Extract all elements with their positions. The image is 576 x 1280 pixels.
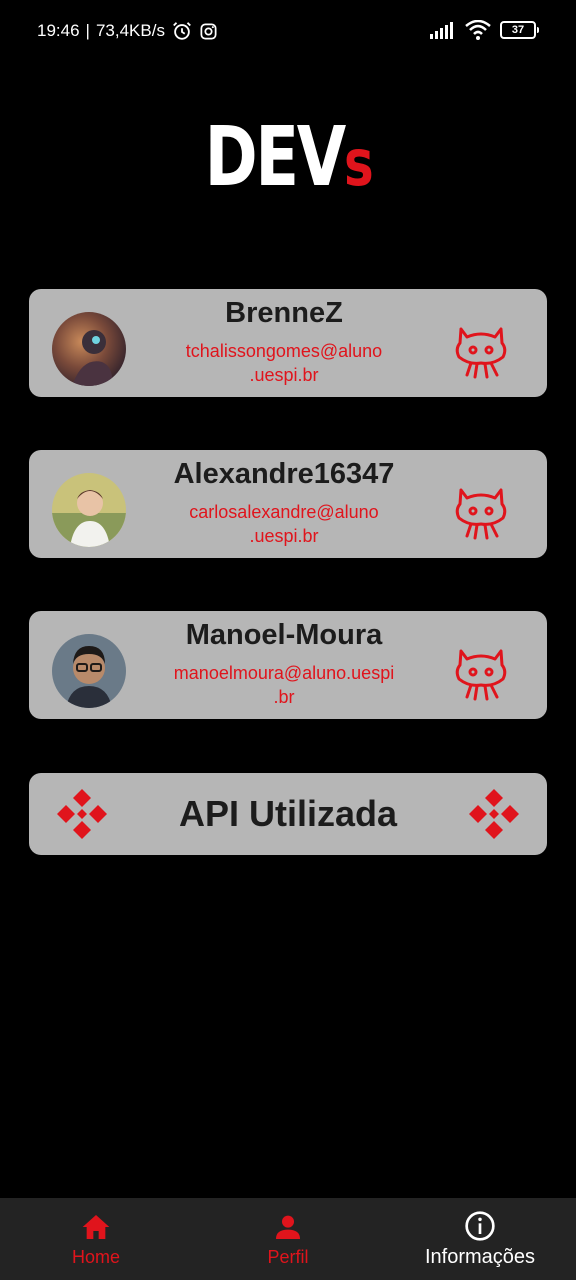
instagram-icon [200,23,217,39]
battery-icon: 37 [500,21,539,39]
avatar [52,312,126,386]
status-bar: 19:46 | 73,4KB/s 37 [0,0,576,64]
nav-label-home: Home [71,1246,120,1267]
dev-name: BrenneZ [225,297,343,329]
info-icon [465,1210,495,1241]
dev-email: carlosalexandre@aluno .uespi.br [149,500,419,548]
dev-email: manoelmoura@aluno.uespi .br [149,661,419,709]
nav-label-informacoes: Informações [424,1245,536,1268]
app-title-accent: s [343,127,374,201]
alarm-icon [173,22,191,40]
dev-email-line1: carlosalexandre@aluno [189,502,379,522]
home-icon [82,1214,110,1239]
signal-icon [430,22,453,39]
nav-item-informacoes[interactable]: Informações [384,1198,576,1280]
dev-email-line1: tchalissongomes@aluno [185,341,383,361]
app-title-main: DEV [204,110,347,205]
dev-email-line1: manoelmoura@aluno.uespi [173,663,395,683]
dev-card-manoel-moura[interactable]: Manoel-Moura manoelmoura@aluno.uespi .br [29,611,547,719]
api-diamond-icon [469,789,519,839]
dev-name: Alexandre16347 [173,458,395,490]
status-left: 19:46 | 73,4KB/s [37,20,218,42]
status-right: 37 [430,20,539,40]
dev-email-line2: .uespi.br [249,526,319,546]
nav-item-home[interactable]: Home [0,1198,192,1280]
dev-card-brennez[interactable]: BrenneZ tchalissongomes@aluno .uespi.br [29,289,547,397]
avatar [52,473,126,547]
dev-card-alexandre16347[interactable]: Alexandre16347 carlosalexandre@aluno .ue… [29,450,547,558]
dev-name: Manoel-Moura [185,619,383,651]
nav-item-perfil[interactable]: Perfil [192,1198,384,1280]
bottom-nav: Home Perfil Informações [0,1198,576,1280]
nav-label-perfil: Perfil [267,1246,309,1267]
wifi-icon [465,20,491,40]
dev-email: tchalissongomes@aluno .uespi.br [149,339,419,387]
battery-level: 37 [511,24,525,36]
api-card[interactable]: API Utilizada [29,773,547,855]
dev-email-line2: .br [273,687,295,707]
person-icon [276,1215,300,1239]
status-time: 19:46 [37,21,80,40]
app-title: DEVs [63,110,512,205]
network-speed: 73,4KB/s [95,21,165,40]
github-octocat-icon[interactable] [453,480,509,540]
github-octocat-icon[interactable] [453,641,509,701]
avatar [52,634,126,708]
github-octocat-icon[interactable] [453,319,509,379]
dev-email-line2: .uespi.br [249,365,319,385]
